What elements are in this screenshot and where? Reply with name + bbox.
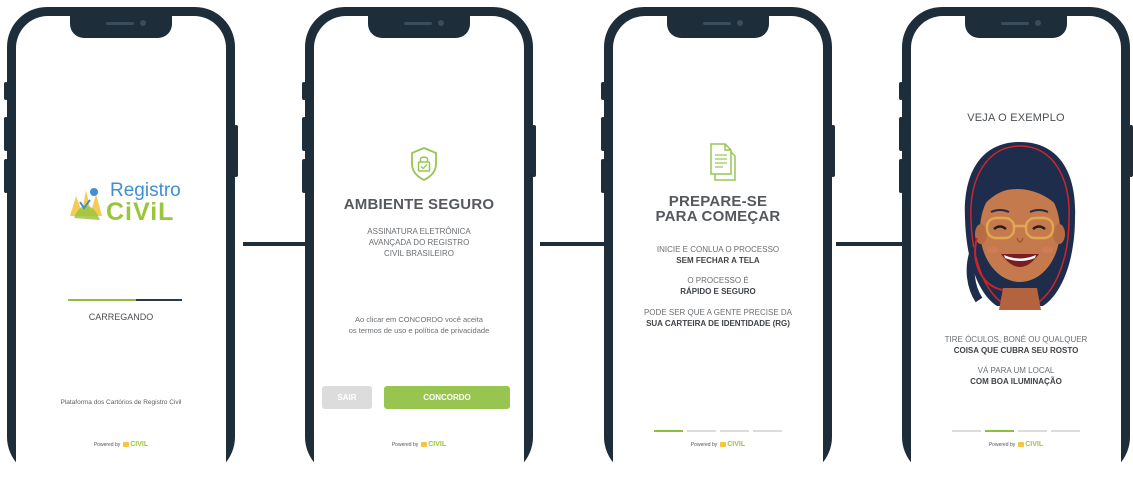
instruction-line: O PROCESSO É — [687, 276, 749, 285]
prepare-title: PREPARE-SE PARA COMEÇAR — [613, 194, 823, 224]
powered-brand-logo: CIVIL — [720, 441, 745, 448]
platform-text: Plataforma dos Cartórios de Registro Civ… — [60, 399, 182, 406]
prepare-screen: PREPARE-SE PARA COMEÇAR INICIE E CONLUA … — [613, 16, 823, 477]
example-title: VEJA O EXEMPLO — [967, 112, 1065, 124]
terms-text: Ao clicar em CONCORDO você aceita os ter… — [314, 314, 524, 336]
instruction-emphasis: SUA CARTEIRA DE IDENTIDADE (RG) — [646, 319, 790, 328]
phone-frame-example: VEJA O EXEMPLO TIRE ÓCULOS, BONÉ OU QUAL… — [899, 7, 1133, 477]
example-screen: VEJA O EXEMPLO TIRE ÓCULOS, BONÉ OU QUAL… — [911, 16, 1121, 477]
prepare-title-line: PARA COMEÇAR — [655, 208, 781, 225]
loading-screen: Registro CiViL CARREGANDO Plataforma dos… — [16, 16, 226, 477]
powered-brand-text: CIVIL — [130, 441, 149, 448]
powered-by-label: Powered by — [690, 441, 718, 448]
instruction-line: VÁ PARA UM LOCAL — [977, 366, 1055, 375]
prepare-instruction-2: O PROCESSO É RÁPIDO E SEGURO — [613, 275, 823, 297]
example-instruction-2: VÁ PARA UM LOCAL COM BOA ILUMINAÇÃO — [911, 365, 1121, 387]
shield-lock-icon — [410, 146, 438, 182]
phone-frame-loading: Registro CiViL CARREGANDO Plataforma dos… — [4, 7, 238, 477]
powered-by: Powered by CIVIL — [314, 441, 524, 448]
prepare-title-line: PREPARE-SE — [668, 193, 768, 210]
prepare-instruction-3: PODE SER QUE A GENTE PRECISE DA SUA CART… — [613, 307, 823, 329]
powered-by: Powered by CIVIL — [911, 441, 1121, 448]
powered-brand-text: CIVIL — [1025, 441, 1044, 448]
instruction-emphasis: RÁPIDO E SEGURO — [680, 287, 756, 296]
secure-title: AMBIENTE SEGURO — [343, 196, 495, 213]
prepare-instruction-1: INICIE E CONLUA O PROCESSO SEM FECHAR A … — [613, 244, 823, 266]
registro-civil-logo: Registro CiViL — [66, 178, 196, 228]
powered-by: Powered by CIVIL — [613, 441, 823, 448]
powered-by: Powered by CIVIL — [16, 441, 226, 448]
flow-connector — [836, 242, 902, 246]
phone-frame-secure: AMBIENTE SEGURO ASSINATURA ELETRÔNICA AV… — [302, 7, 536, 477]
example-instruction-1: TIRE ÓCULOS, BONÉ OU QUALQUER COISA QUE … — [911, 334, 1121, 356]
woman-with-glasses-avatar — [957, 138, 1083, 318]
phone-frame-prepare: PREPARE-SE PARA COMEÇAR INICIE E CONLUA … — [601, 7, 835, 477]
secure-environment-screen: AMBIENTE SEGURO ASSINATURA ELETRÔNICA AV… — [314, 16, 524, 477]
instruction-emphasis: COM BOA ILUMINAÇÃO — [970, 377, 1062, 386]
step-dot[interactable] — [753, 430, 782, 432]
document-icon — [707, 140, 739, 184]
loading-progress-fill — [68, 299, 137, 301]
step-dot[interactable] — [1018, 430, 1047, 432]
loading-progress-track — [68, 299, 182, 301]
step-dot[interactable] — [654, 430, 683, 432]
logo-text-civil: CiViL — [106, 198, 175, 226]
step-dot[interactable] — [720, 430, 749, 432]
secure-subtitle: ASSINATURA ELETRÔNICA AVANÇADA DO REGIST… — [314, 226, 524, 259]
secure-subtitle-line: AVANÇADA DO REGISTRO — [368, 238, 470, 247]
agree-button[interactable]: CONCORDO — [384, 386, 510, 409]
powered-brand-logo: CIVIL — [421, 441, 446, 448]
powered-brand-logo: CIVIL — [123, 441, 148, 448]
step-dot[interactable] — [1051, 430, 1080, 432]
loading-label: CARREGANDO — [88, 312, 154, 322]
powered-by-label: Powered by — [988, 441, 1016, 448]
step-indicator — [613, 430, 823, 432]
powered-brand-logo: CIVIL — [1018, 441, 1043, 448]
flow-connector — [243, 242, 305, 246]
step-dot[interactable] — [687, 430, 716, 432]
powered-by-label: Powered by — [391, 441, 419, 448]
terms-line: Ao clicar em CONCORDO você aceita — [355, 315, 483, 324]
step-dot[interactable] — [952, 430, 981, 432]
powered-brand-text: CIVIL — [428, 441, 447, 448]
instruction-line: TIRE ÓCULOS, BONÉ OU QUALQUER — [944, 335, 1088, 344]
flow-connector — [540, 242, 604, 246]
instruction-line: PODE SER QUE A GENTE PRECISE DA — [643, 308, 793, 317]
powered-by-label: Powered by — [93, 441, 121, 448]
instruction-emphasis: SEM FECHAR A TELA — [676, 256, 760, 265]
secure-subtitle-line: ASSINATURA ELETRÔNICA — [367, 227, 471, 236]
powered-brand-text: CIVIL — [727, 441, 746, 448]
instruction-emphasis: COISA QUE CUBRA SEU ROSTO — [953, 346, 1079, 355]
exit-button[interactable]: SAIR — [322, 386, 372, 409]
secure-subtitle-line: CIVIL BRASILEIRO — [384, 249, 454, 258]
step-dot[interactable] — [985, 430, 1014, 432]
terms-line: os termos de uso e política de privacida… — [348, 326, 490, 335]
step-indicator — [911, 430, 1121, 432]
instruction-line: INICIE E CONLUA O PROCESSO — [656, 245, 780, 254]
